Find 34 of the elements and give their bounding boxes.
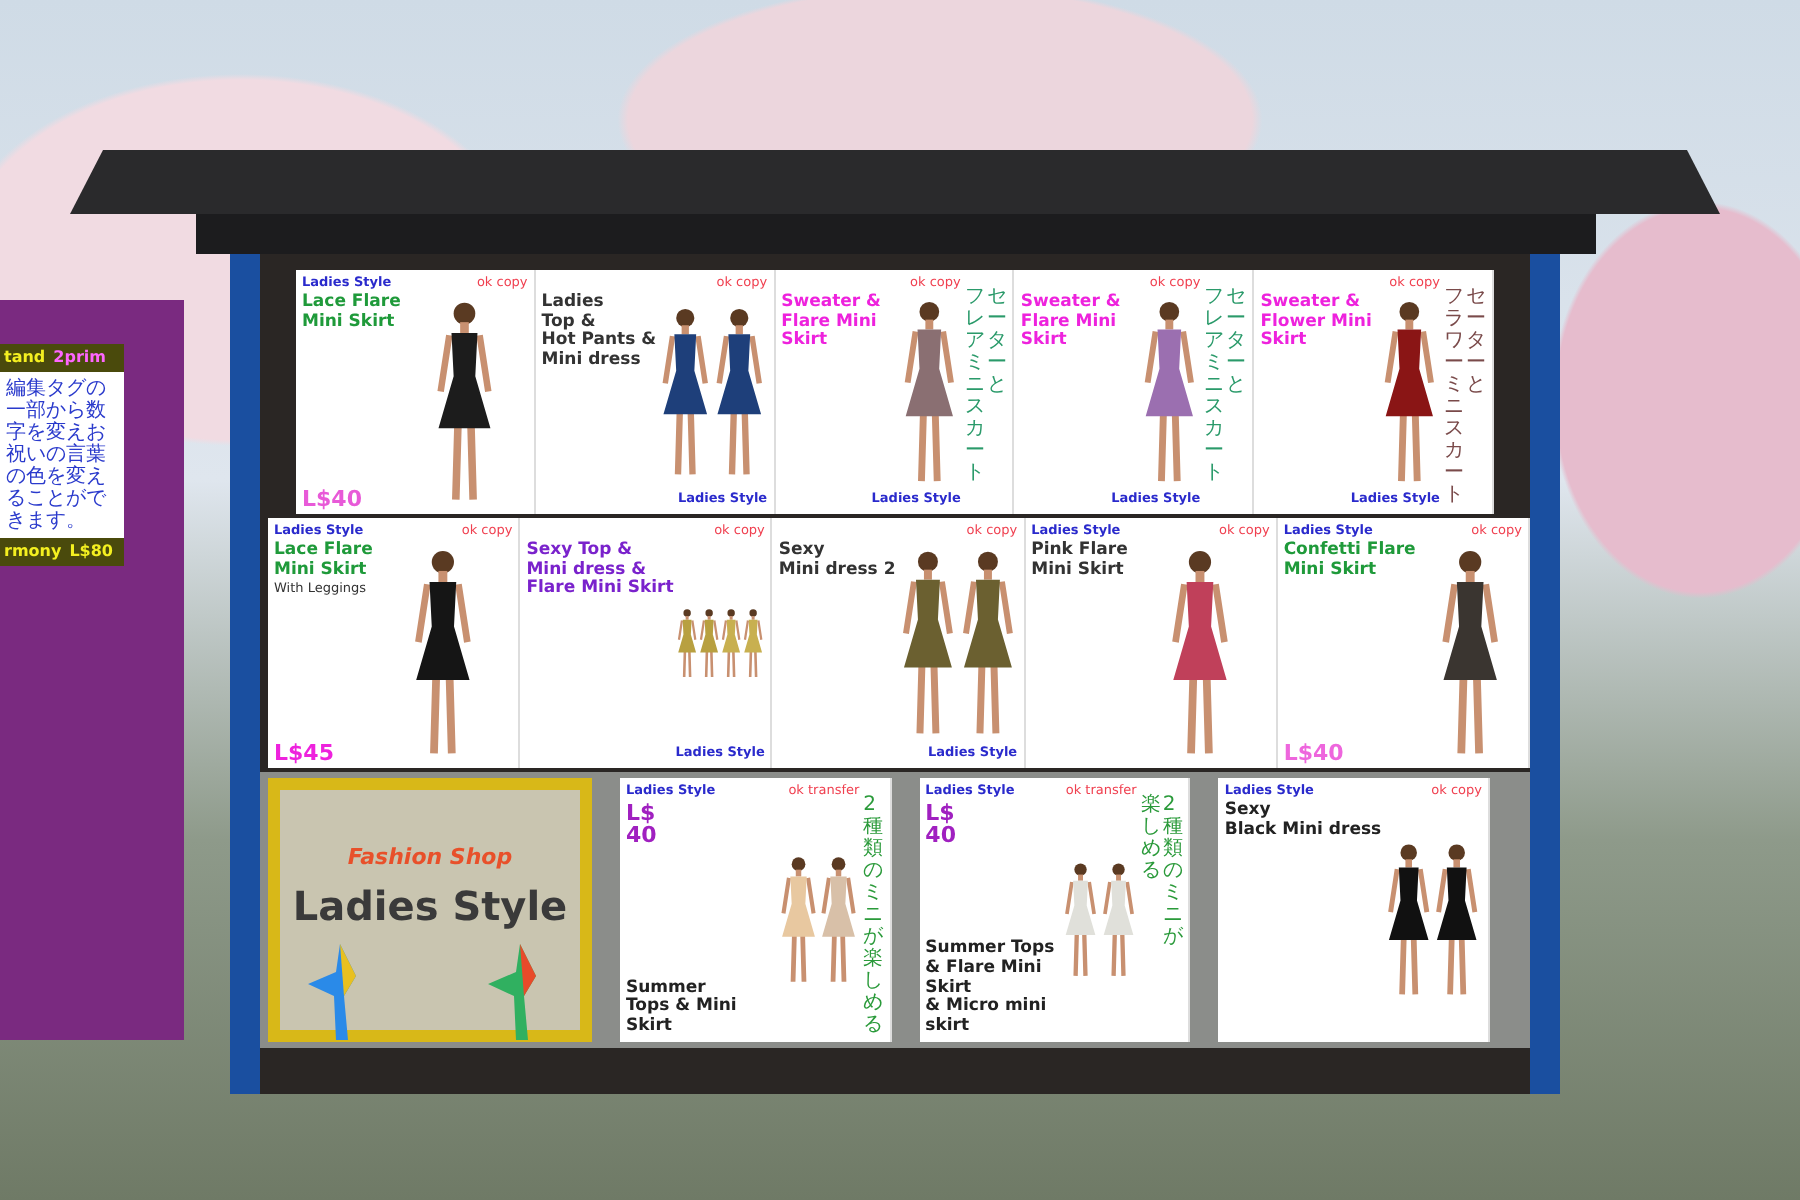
japanese-caption: セーターと [986, 286, 1007, 396]
japanese-caption: フレアミニスカート [1204, 286, 1225, 484]
japanese-caption: セーターと [1226, 286, 1247, 396]
outfit-title: Lace Flare Mini Skirt [302, 293, 401, 333]
japanese-caption: 2種類のミニが楽しめる [863, 794, 884, 1036]
outfit-title: Summer Tops & Flare Mini Skirt & Micro mini skirt [925, 940, 1057, 1038]
sign-footer: rmony [4, 540, 62, 564]
outfit-title: Confetti Flare Mini Skirt [1283, 541, 1416, 581]
shop-tagline: Fashion Shop [347, 842, 513, 874]
sign-note: 編集タグの一部から数字を変えお祝いの言葉の色を変えることができます。 [4, 376, 108, 536]
outfit-title: Sexy Top & Mini dress & Flare Mini Skirt [526, 541, 674, 601]
outfit-title: Sweater & Flare Mini Skirt [1020, 293, 1123, 353]
japanese-caption: 2種類のミニが [1162, 794, 1183, 948]
shop-name: Ladies Style [292, 879, 568, 933]
japanese-caption: 楽しめる [1140, 794, 1161, 882]
japanese-caption: フラワーミニスカート [1443, 286, 1464, 506]
outfit-title: Sweater & Flare Mini Skirt [781, 293, 883, 353]
outfit-title: Sexy Mini dress 2 [778, 541, 896, 581]
price-label: L$ 40 [626, 801, 659, 846]
outfit-title: Sexy Black Mini dress [1224, 801, 1382, 841]
price-label: L$45 [274, 742, 336, 764]
price-label: L$40 [302, 488, 364, 510]
sign-heading: tand [4, 346, 46, 370]
japanese-caption: セーターと [1465, 286, 1486, 396]
price-label: L$80 [69, 540, 113, 564]
price-label: L$ 40 [925, 801, 958, 846]
price-label: L$40 [1283, 742, 1346, 764]
outfit-title: Sweater & Flower Mini Skirt [1260, 293, 1374, 353]
permission-label: 2prim [53, 346, 106, 370]
outfit-title: Ladies Top & Hot Pants & Mini dress [541, 293, 657, 372]
outfit-title: Lace Flare Mini Skirt [274, 541, 373, 581]
japanese-caption: フレアミニスカート [964, 286, 985, 484]
outfit-title: Pink Flare Mini Skirt [1031, 541, 1128, 581]
outfit-title: Summer Tops & Mini Skirt [626, 979, 739, 1038]
